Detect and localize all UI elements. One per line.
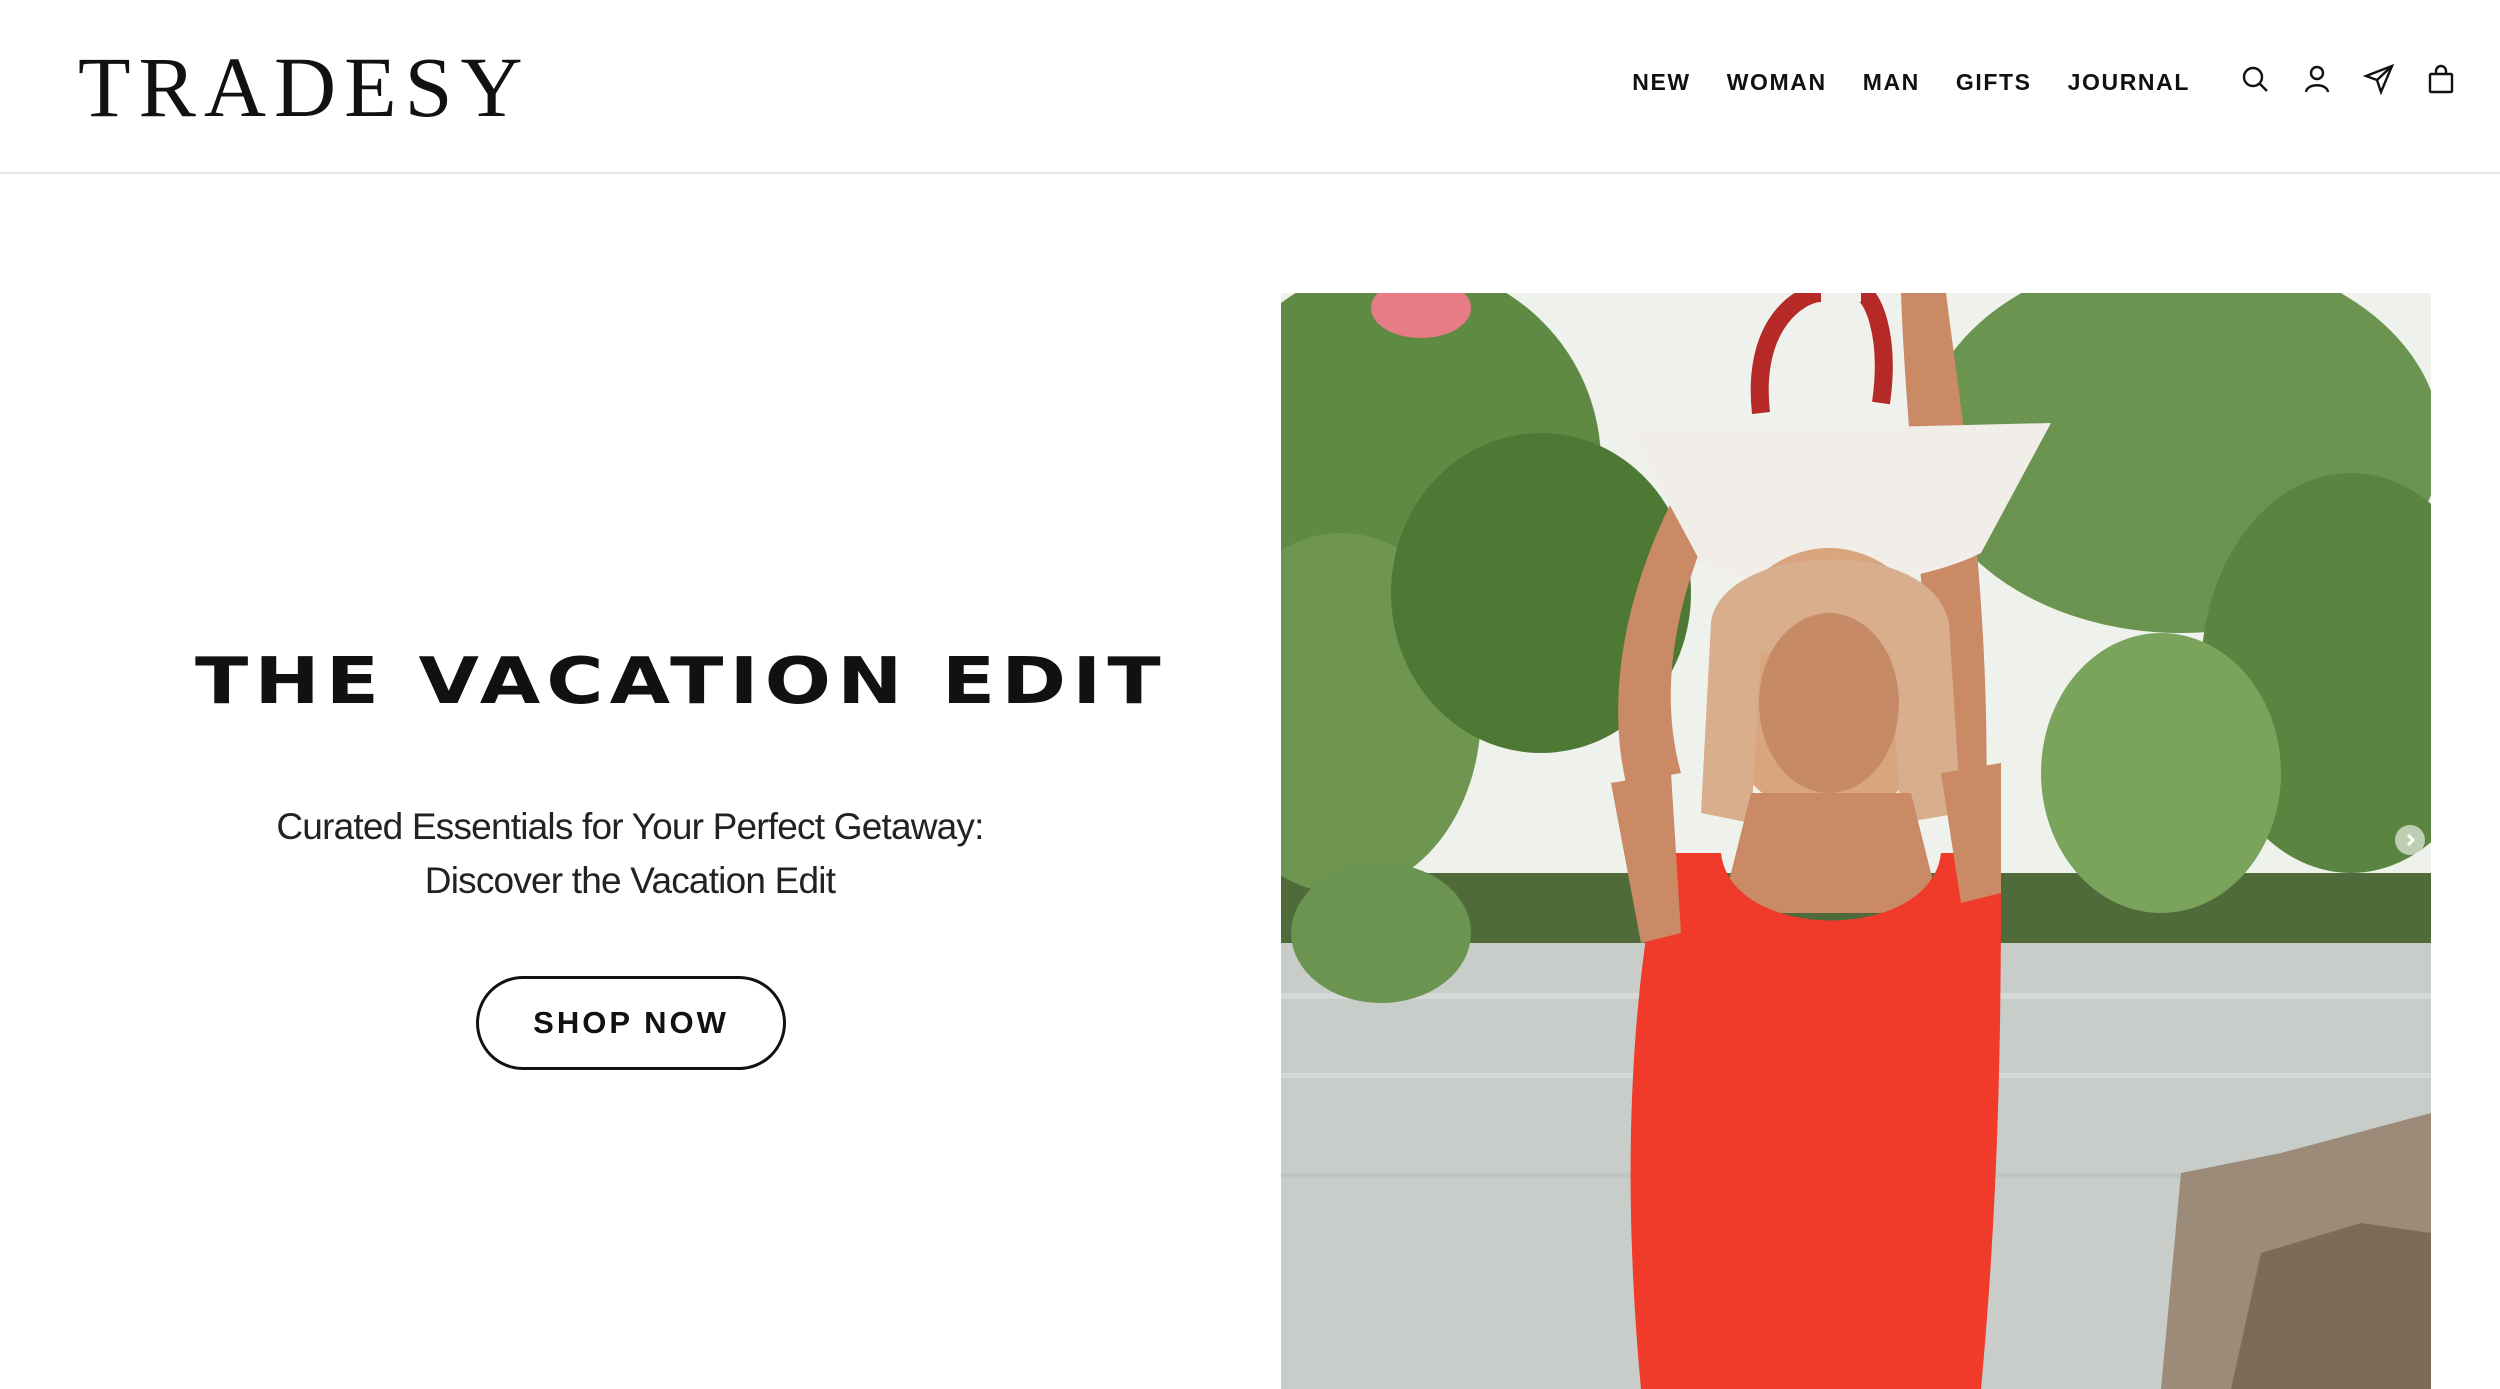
main-nav: NEW WOMAN MAN GIFTS JOURNAL [1632, 66, 2190, 98]
site-header: TRADESY NEW WOMAN MAN GIFTS JOURNAL [0, 0, 2500, 174]
hero-photo-illustration [1281, 293, 2431, 1389]
bag-icon[interactable] [2422, 60, 2460, 98]
hero-subtitle-line1: Curated Essentials for Your Perfect Geta… [276, 806, 984, 847]
send-icon[interactable] [2360, 60, 2398, 98]
nav-item-new[interactable]: NEW [1632, 66, 1690, 98]
hero-image[interactable] [1281, 293, 2431, 1389]
browser-window: TRADESY NEW WOMAN MAN GIFTS JOURNAL THE … [0, 0, 2500, 1389]
nav-item-journal[interactable]: JOURNAL [2068, 66, 2190, 98]
hero-title: THE VACATION EDIT [195, 645, 1167, 719]
account-icon[interactable] [2298, 60, 2336, 98]
brand-logo[interactable]: TRADESY [78, 44, 531, 130]
nav-item-woman[interactable]: WOMAN [1727, 66, 1827, 98]
hero-subtitle: Curated Essentials for Your Perfect Geta… [190, 800, 1070, 908]
header-icons [2212, 60, 2460, 98]
nav-item-gifts[interactable]: GIFTS [1956, 66, 2032, 98]
hero-subtitle-line2: Discover the Vacation Edit [424, 860, 836, 901]
carousel-next-icon[interactable] [2395, 825, 2425, 855]
search-icon[interactable] [2236, 60, 2274, 98]
shop-now-button[interactable]: SHOP NOW [476, 976, 786, 1070]
nav-item-man[interactable]: MAN [1863, 66, 1920, 98]
